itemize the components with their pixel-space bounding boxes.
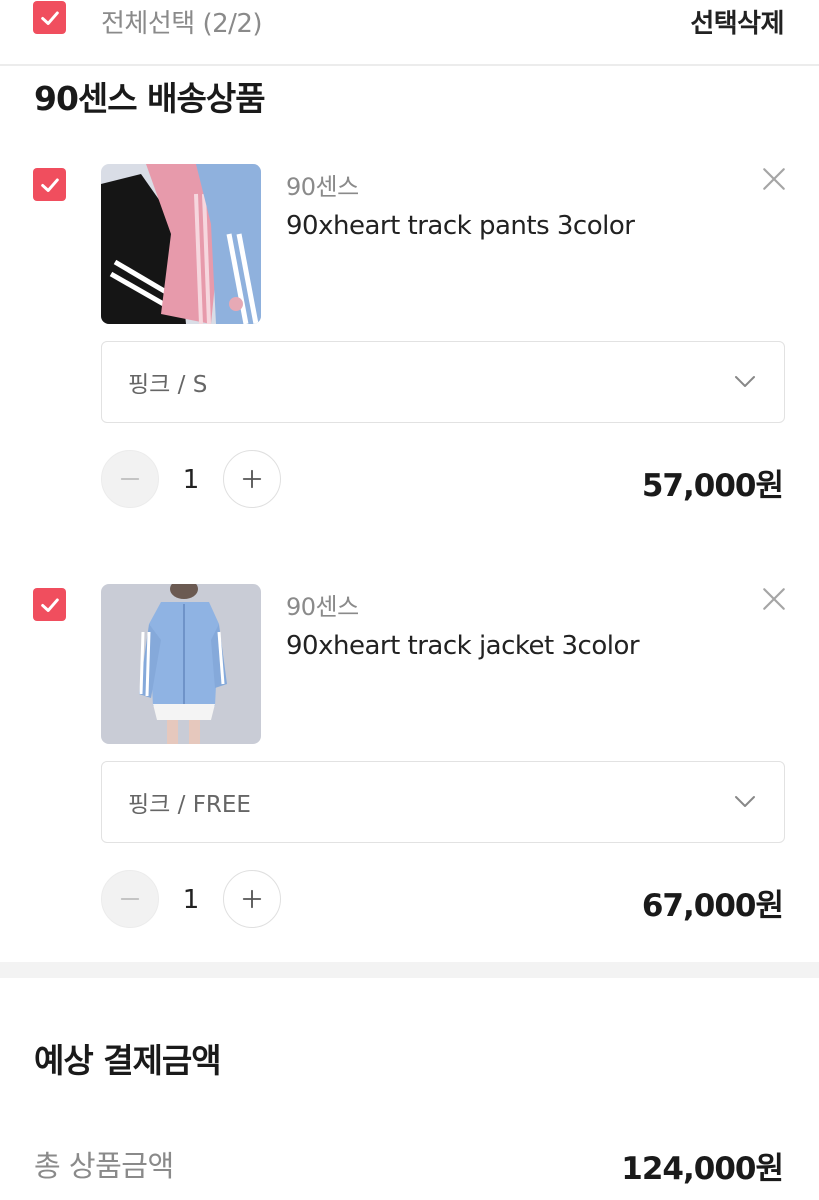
plus-icon bbox=[242, 889, 262, 909]
item-price: 57,000원 bbox=[641, 468, 784, 504]
item-price: 67,000원 bbox=[641, 888, 784, 924]
check-icon bbox=[40, 10, 59, 25]
minus-icon bbox=[120, 898, 140, 900]
delete-selected-button[interactable]: 선택삭제 bbox=[690, 3, 784, 40]
product-brand: 90센스 bbox=[286, 593, 359, 621]
remove-item-button[interactable] bbox=[761, 166, 787, 196]
product-thumbnail[interactable] bbox=[101, 584, 261, 744]
minus-icon bbox=[120, 478, 140, 480]
check-icon bbox=[40, 177, 59, 192]
item-checkbox[interactable] bbox=[33, 588, 66, 621]
product-thumbnail[interactable] bbox=[101, 164, 261, 324]
summary-title: 예상 결제금액 bbox=[34, 1041, 222, 1080]
quantity-increase-button[interactable] bbox=[223, 450, 281, 508]
total-products-label: 총 상품금액 bbox=[34, 1149, 174, 1183]
select-all-label[interactable]: 전체선택 (2/2) bbox=[101, 3, 263, 40]
option-select[interactable]: 핑크 / FREE bbox=[101, 761, 785, 843]
track-pants-photo bbox=[101, 164, 261, 324]
option-select[interactable]: 핑크 / S bbox=[101, 341, 785, 423]
chevron-down-icon bbox=[735, 376, 755, 387]
remove-item-button[interactable] bbox=[761, 586, 787, 616]
total-products-value: 124,000원 bbox=[621, 1151, 784, 1187]
product-name[interactable]: 90xheart track pants 3color bbox=[286, 211, 635, 241]
product-name[interactable]: 90xheart track jacket 3color bbox=[286, 631, 640, 661]
section-title: 90센스 배송상품 bbox=[34, 79, 266, 118]
quantity-value: 1 bbox=[182, 465, 200, 495]
check-icon bbox=[40, 597, 59, 612]
close-icon bbox=[763, 588, 785, 610]
item-checkbox[interactable] bbox=[33, 168, 66, 201]
select-all-checkbox[interactable] bbox=[33, 1, 66, 34]
quantity-value: 1 bbox=[182, 885, 200, 915]
option-value: 핑크 / S bbox=[128, 372, 208, 398]
track-jacket-photo bbox=[101, 584, 261, 744]
product-brand: 90센스 bbox=[286, 173, 359, 201]
option-value: 핑크 / FREE bbox=[128, 792, 251, 818]
chevron-down-icon bbox=[735, 796, 755, 807]
header-divider bbox=[0, 64, 819, 66]
quantity-increase-button[interactable] bbox=[223, 870, 281, 928]
close-icon bbox=[763, 168, 785, 190]
plus-icon bbox=[242, 469, 262, 489]
quantity-decrease-button[interactable] bbox=[101, 450, 159, 508]
section-separator bbox=[0, 962, 819, 978]
quantity-decrease-button[interactable] bbox=[101, 870, 159, 928]
